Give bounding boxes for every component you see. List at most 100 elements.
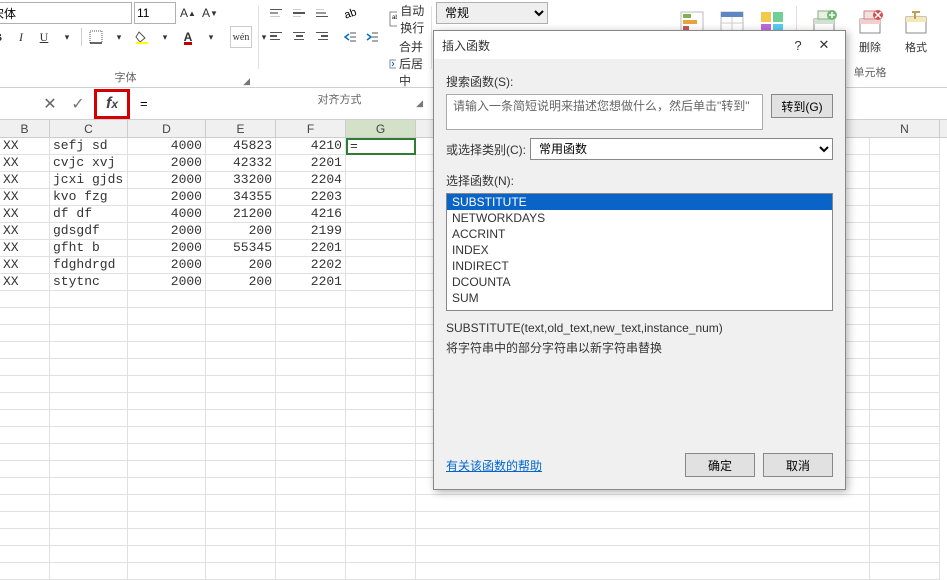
cell[interactable] (50, 359, 128, 376)
cell[interactable] (870, 410, 940, 427)
cell[interactable] (346, 274, 416, 291)
align-middle-icon[interactable] (288, 2, 310, 24)
cell[interactable]: cvjc xvj (50, 155, 128, 172)
cell[interactable]: XX (0, 223, 50, 240)
cell[interactable] (870, 529, 940, 546)
cell[interactable] (128, 563, 206, 580)
col-header[interactable]: D (128, 120, 206, 137)
cell[interactable] (50, 512, 128, 529)
cell[interactable] (206, 478, 276, 495)
cell[interactable]: 21200 (206, 206, 276, 223)
cell[interactable] (128, 325, 206, 342)
cell[interactable] (50, 342, 128, 359)
orientation-button[interactable]: ab (339, 2, 361, 24)
cell[interactable]: 33200 (206, 172, 276, 189)
cell[interactable] (206, 410, 276, 427)
cell[interactable]: 200 (206, 274, 276, 291)
cell[interactable]: XX (0, 155, 50, 172)
cell[interactable] (50, 546, 128, 563)
cell[interactable]: 45823 (206, 138, 276, 155)
insert-function-button[interactable]: fx (94, 89, 130, 119)
cell[interactable] (206, 291, 276, 308)
col-header[interactable]: B (0, 120, 50, 137)
cell[interactable] (870, 546, 940, 563)
align-top-icon[interactable] (265, 2, 287, 24)
cell[interactable] (276, 291, 346, 308)
format-button[interactable]: 格式 (895, 2, 937, 62)
cell[interactable] (346, 342, 416, 359)
cell[interactable] (346, 444, 416, 461)
cell[interactable] (128, 478, 206, 495)
border-more-icon[interactable]: ▾ (108, 26, 130, 48)
cell[interactable] (128, 359, 206, 376)
cell[interactable] (0, 529, 50, 546)
cell[interactable] (206, 308, 276, 325)
font-color-more-icon[interactable]: ▾ (200, 26, 222, 48)
cell[interactable] (346, 563, 416, 580)
cell[interactable]: kvo fzg (50, 189, 128, 206)
function-item[interactable]: INDIRECT (447, 258, 832, 274)
bold-button[interactable]: B (0, 26, 9, 48)
decrease-font-icon[interactable]: A▼ (200, 3, 220, 23)
cell[interactable] (416, 546, 870, 563)
cell[interactable] (50, 308, 128, 325)
cell[interactable]: 2000 (128, 240, 206, 257)
cell[interactable] (870, 223, 940, 240)
cell[interactable]: 200 (206, 223, 276, 240)
cell[interactable] (870, 308, 940, 325)
cell[interactable] (416, 512, 870, 529)
cell[interactable] (0, 342, 50, 359)
cell[interactable]: 34355 (206, 189, 276, 206)
function-item[interactable]: INDEX (447, 242, 832, 258)
increase-font-icon[interactable]: A▲ (178, 3, 198, 23)
cell[interactable] (50, 478, 128, 495)
cell[interactable] (0, 359, 50, 376)
cell[interactable] (50, 393, 128, 410)
cell[interactable] (870, 240, 940, 257)
cell[interactable] (276, 563, 346, 580)
cell[interactable]: 4000 (128, 138, 206, 155)
cell[interactable] (206, 427, 276, 444)
cell[interactable] (276, 546, 346, 563)
cell[interactable]: stytnc (50, 274, 128, 291)
cell[interactable]: 2000 (128, 274, 206, 291)
cell[interactable] (346, 206, 416, 223)
cell[interactable]: gdsgdf (50, 223, 128, 240)
cell[interactable]: sefj sd (50, 138, 128, 155)
cell[interactable] (416, 495, 870, 512)
border-button[interactable] (85, 26, 107, 48)
cell[interactable] (276, 342, 346, 359)
cell[interactable]: jcxi gjds (50, 172, 128, 189)
cell[interactable] (128, 546, 206, 563)
cell[interactable]: 4000 (128, 206, 206, 223)
cell[interactable]: 200 (206, 257, 276, 274)
cell[interactable] (870, 461, 940, 478)
col-header[interactable]: N (870, 120, 940, 137)
cell[interactable] (206, 359, 276, 376)
ok-button[interactable]: 确定 (685, 453, 755, 477)
cell[interactable]: XX (0, 172, 50, 189)
cell[interactable]: 42332 (206, 155, 276, 172)
cell[interactable]: 4216 (276, 206, 346, 223)
cell[interactable] (206, 461, 276, 478)
cell[interactable] (50, 461, 128, 478)
cell[interactable] (276, 308, 346, 325)
cell[interactable] (276, 427, 346, 444)
cell[interactable] (0, 291, 50, 308)
cell[interactable] (276, 444, 346, 461)
col-header[interactable]: G (346, 120, 416, 137)
cell[interactable] (870, 359, 940, 376)
cell[interactable] (0, 461, 50, 478)
cell[interactable] (870, 478, 940, 495)
cell[interactable] (0, 308, 50, 325)
indent-decrease-icon[interactable] (339, 26, 361, 48)
cell[interactable] (870, 393, 940, 410)
cell[interactable] (276, 325, 346, 342)
cell[interactable] (346, 478, 416, 495)
cell[interactable] (346, 291, 416, 308)
font-launcher-icon[interactable]: ◢ (243, 76, 250, 87)
cell[interactable] (0, 546, 50, 563)
cell[interactable] (346, 410, 416, 427)
cell[interactable] (870, 138, 940, 155)
cell[interactable]: 2000 (128, 189, 206, 206)
